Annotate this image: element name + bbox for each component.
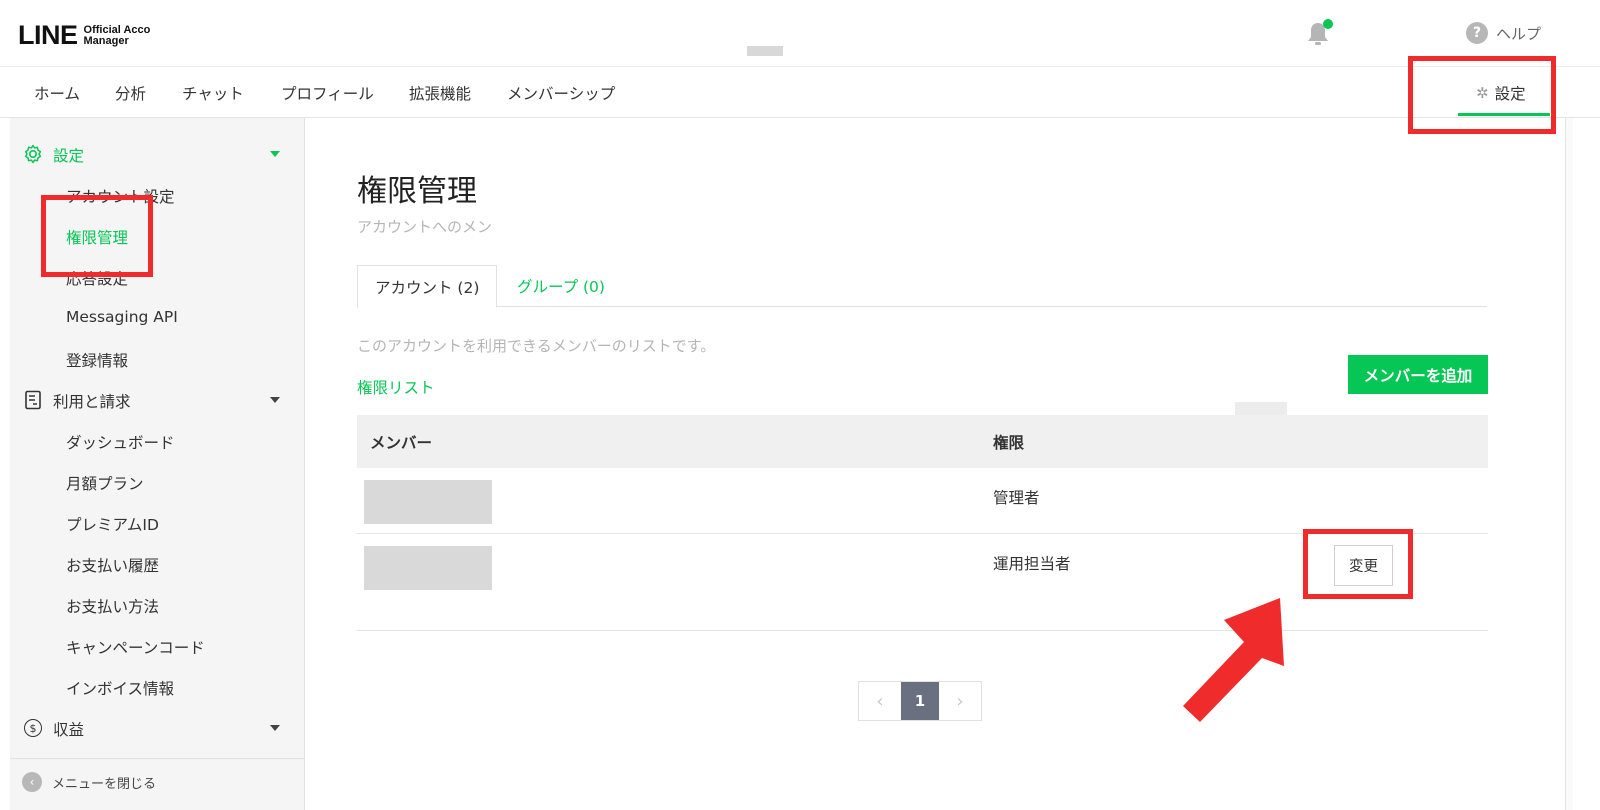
- help-icon: ?: [1466, 22, 1488, 44]
- highlight-box-settings: [1408, 56, 1556, 134]
- table-row: 管理者: [357, 468, 1488, 534]
- logo-subtitle-line2: Manager: [83, 34, 129, 47]
- settings-gear-icon: [22, 143, 44, 165]
- logo-subtitle: Official Acco Manager: [84, 25, 156, 47]
- list-description: このアカウントを利用できるメンバーのリストです。: [357, 337, 716, 355]
- collapse-menu-label: メニューを閉じる: [52, 776, 157, 792]
- permission-cell: 運用担当者: [993, 555, 1071, 573]
- column-header-permission: 権限: [993, 434, 1025, 452]
- page-description: アカウントへのメン: [357, 218, 493, 236]
- sidebar-item-payment-method[interactable]: お支払い方法: [10, 593, 305, 619]
- main-nav: ホーム 分析 チャット プロフィール 拡張機能 メンバーシップ ✲ 設定: [0, 66, 1600, 118]
- dollar-icon: $: [22, 717, 44, 739]
- scrollbar[interactable]: [1565, 118, 1573, 810]
- column-header-member: メンバー: [370, 434, 433, 452]
- chevron-down-icon: [270, 151, 280, 157]
- sidebar-item-premium-id[interactable]: プレミアムID: [10, 511, 305, 537]
- collapse-icon: ‹: [22, 772, 42, 792]
- page-title: 権限管理: [357, 174, 477, 209]
- tab-bar: アカウント (2) グループ (0): [357, 265, 1487, 308]
- nav-profile[interactable]: プロフィール: [281, 82, 374, 104]
- tab-account[interactable]: アカウント (2): [357, 265, 498, 308]
- sidebar-item-registration-info[interactable]: 登録情報: [10, 347, 305, 373]
- chevron-down-icon: [270, 725, 280, 731]
- nav-home[interactable]: ホーム: [34, 82, 80, 104]
- logo-wordmark: LINE: [18, 20, 78, 50]
- sidebar-item-invoice-info[interactable]: インボイス情報: [10, 675, 305, 701]
- sidebar-section-revenue-label: 収益: [53, 721, 85, 739]
- add-member-button[interactable]: メンバーを追加: [1348, 355, 1488, 394]
- nav-extensions[interactable]: 拡張機能: [409, 82, 471, 104]
- sidebar-section-billing[interactable]: 利用と請求: [10, 388, 305, 414]
- pagination: ‹ 1 ›: [858, 681, 982, 721]
- permission-list-link[interactable]: 権限リスト: [357, 376, 435, 398]
- next-page-icon[interactable]: ›: [939, 682, 981, 720]
- member-placeholder: [364, 480, 492, 524]
- help-link[interactable]: ? ヘルプ: [1466, 22, 1541, 44]
- highlight-box-change: [1303, 529, 1413, 599]
- sidebar-section-billing-label: 利用と請求: [53, 393, 131, 411]
- invoice-icon: [22, 389, 44, 411]
- top-header: LINE Official Acco Manager ? ヘルプ: [0, 0, 1600, 66]
- redacted-block: [1235, 402, 1287, 416]
- sidebar-item-monthly-plan[interactable]: 月額プラン: [10, 470, 305, 496]
- notification-dot: [1323, 19, 1333, 29]
- prev-page-icon[interactable]: ‹: [859, 682, 901, 720]
- sidebar-section-revenue[interactable]: $ 収益: [10, 716, 305, 742]
- redacted-block: [747, 46, 783, 56]
- highlight-box-permissions: [41, 195, 153, 277]
- permission-cell: 管理者: [993, 489, 1040, 507]
- line-logo[interactable]: LINE Official Acco Manager: [18, 20, 156, 51]
- sidebar-item-payment-history[interactable]: お支払い履歴: [10, 552, 305, 578]
- chevron-down-icon: [270, 397, 280, 403]
- sidebar-item-campaign-code[interactable]: キャンペーンコード: [10, 634, 305, 660]
- nav-chat[interactable]: チャット: [182, 82, 244, 104]
- page-number[interactable]: 1: [901, 682, 939, 720]
- sidebar-section-settings-label: 設定: [53, 147, 85, 165]
- nav-analytics[interactable]: 分析: [115, 82, 146, 104]
- member-placeholder: [364, 546, 492, 590]
- dollar-glyph: $: [24, 719, 42, 737]
- sidebar-item-messaging-api[interactable]: Messaging API: [10, 306, 305, 332]
- sidebar-divider: [10, 758, 305, 759]
- collapse-menu-button[interactable]: ‹ メニューを閉じる: [22, 772, 156, 792]
- table-header: メンバー 権限: [357, 415, 1488, 468]
- sidebar-item-dashboard[interactable]: ダッシュボード: [10, 429, 305, 455]
- sidebar-section-settings[interactable]: 設定: [10, 142, 305, 168]
- nav-membership[interactable]: メンバーシップ: [507, 82, 615, 104]
- main-content: 権限管理 アカウントへのメン アカウント (2) グループ (0) このアカウン…: [305, 118, 1565, 810]
- help-label: ヘルプ: [1496, 24, 1542, 43]
- tab-group[interactable]: グループ (0): [500, 265, 622, 308]
- annotation-arrow-icon: [1183, 598, 1284, 722]
